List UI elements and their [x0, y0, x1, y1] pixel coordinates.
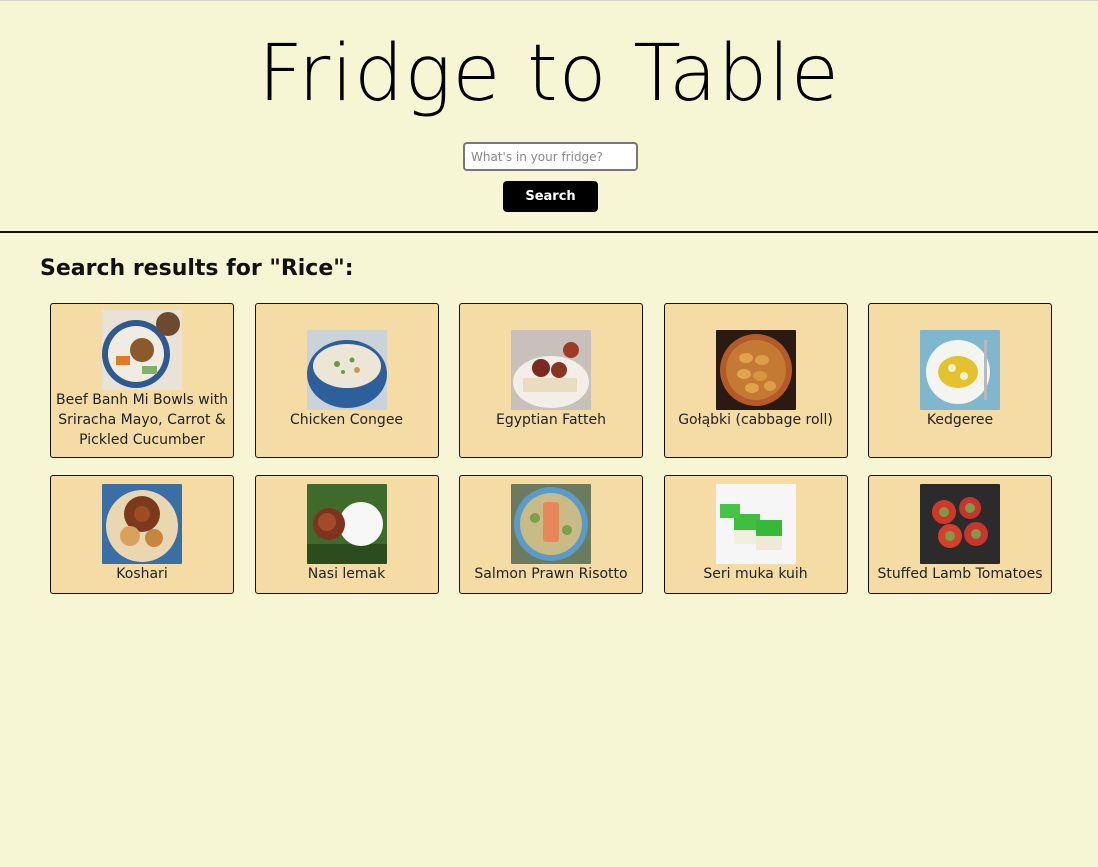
recipe-card[interactable]: Salmon Prawn Risotto [459, 475, 643, 594]
recipe-card-label: Nasi lemak [307, 566, 386, 582]
recipe-card-label: Beef Banh Mi Bowls with Sriracha Mayo, C… [56, 392, 228, 448]
salmon-prawn-risotto-photo [511, 484, 591, 564]
recipe-card[interactable]: Egyptian Fatteh [459, 303, 643, 458]
nasi-lemak-photo [306, 484, 387, 564]
recipe-card[interactable]: Chicken Congee [254, 303, 439, 458]
koshari-photo [102, 484, 182, 564]
beef-banh-mi-bowl-photo [102, 310, 182, 390]
seri-muka-kuih-photo [715, 484, 796, 564]
golabki-photo [715, 330, 796, 410]
recipe-card[interactable]: Gołąbki (cabbage roll) [663, 303, 848, 458]
recipe-card[interactable]: Beef Banh Mi Bowls with Sriracha Mayo, C… [50, 303, 234, 458]
egyptian-fatteh-photo [511, 330, 591, 410]
app-title: Fridge to Table [258, 29, 840, 119]
results-heading: Search results for "Rice": [40, 256, 354, 281]
recipe-card-label: Egyptian Fatteh [496, 412, 606, 428]
recipe-card[interactable]: Stuffed Lamb Tomatoes [868, 475, 1052, 594]
search-button[interactable]: Search [503, 181, 598, 212]
recipe-card[interactable]: Nasi lemak [254, 475, 439, 594]
chicken-congee-photo [306, 330, 387, 410]
recipe-card-label: Chicken Congee [289, 412, 404, 428]
recipe-card-label: Koshari [116, 566, 168, 582]
recipe-card[interactable]: Seri muka kuih [663, 475, 848, 594]
stuffed-lamb-tomatoes-photo [920, 484, 1000, 564]
results-grid: Beef Banh Mi Bowls with Sriracha Mayo, C… [50, 303, 1052, 594]
page-header: Fridge to Table Search [0, 0, 1098, 233]
kedgeree-photo [920, 330, 1000, 410]
recipe-card-label: Stuffed Lamb Tomatoes [877, 566, 1043, 582]
recipe-card-label: Kedgeree [926, 412, 994, 428]
recipe-card-label: Seri muka kuih [703, 566, 808, 582]
recipe-card-label: Gołąbki (cabbage roll) [678, 412, 833, 428]
search-input[interactable] [463, 142, 638, 171]
recipe-card[interactable]: Kedgeree [868, 303, 1052, 458]
recipe-card-label: Salmon Prawn Risotto [474, 566, 628, 582]
recipe-card[interactable]: Koshari [50, 475, 234, 594]
